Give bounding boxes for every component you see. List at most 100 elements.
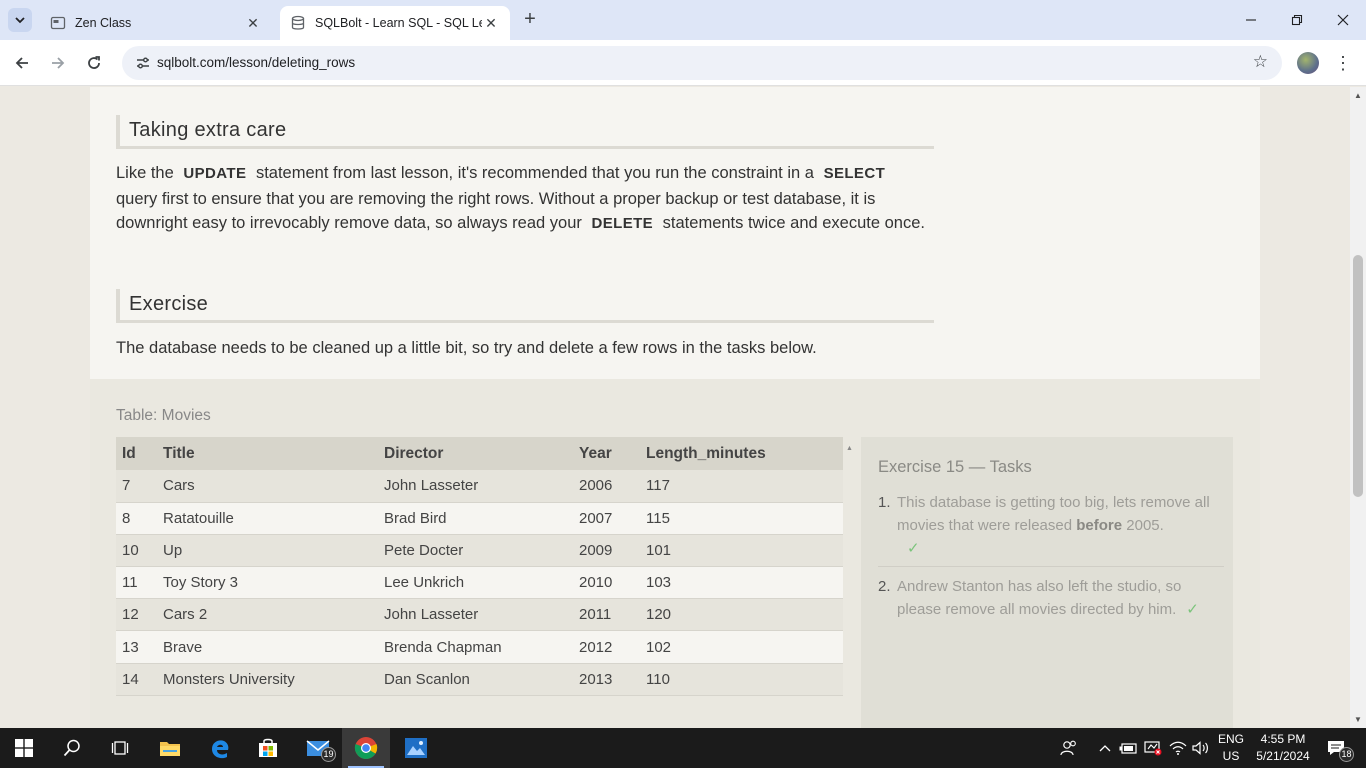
table-cell: 120 xyxy=(646,598,843,632)
table-row: 11 Toy Story 3 Lee Unkrich 2010 103 xyxy=(116,566,843,600)
new-tab-button[interactable]: + xyxy=(518,8,542,32)
table-cell: 10 xyxy=(116,534,163,568)
wifi-icon[interactable] xyxy=(1166,728,1190,768)
scroll-up-icon[interactable]: ▲ xyxy=(1354,91,1362,100)
table-row: 8 Ratatouille Brad Bird 2007 115 xyxy=(116,502,843,535)
bookmark-star-icon[interactable]: ☆ xyxy=(1253,52,1268,72)
table-cell: 102 xyxy=(646,630,843,664)
table-cell: 14 xyxy=(116,663,163,696)
table-caption: Table: Movies xyxy=(116,407,211,424)
file-explorer-button[interactable] xyxy=(146,728,194,768)
minimize-button[interactable] xyxy=(1228,0,1274,40)
photos-button[interactable] xyxy=(392,728,440,768)
exercise-intro: The database needs to be cleaned up a li… xyxy=(116,339,817,357)
restore-icon xyxy=(1291,14,1303,26)
task-text: Andrew Stanton has also left the studio,… xyxy=(897,578,1199,618)
column-header: Title xyxy=(163,437,384,470)
lesson-paragraph: Like the UPDATE statement from last less… xyxy=(116,164,925,233)
table-cell: John Lasseter xyxy=(384,470,579,503)
back-button[interactable] xyxy=(8,49,36,77)
table-cell: Pete Docter xyxy=(384,534,579,568)
checkmark-icon: ✓ xyxy=(1186,601,1199,618)
show-hidden-icons-button[interactable] xyxy=(1094,728,1116,768)
restore-button[interactable] xyxy=(1274,0,1320,40)
checkmark-icon: ✓ xyxy=(907,540,920,557)
chevron-down-icon xyxy=(15,17,25,24)
page-viewport: Taking extra care Like the UPDATE statem… xyxy=(0,87,1350,728)
scroll-up-icon[interactable]: ▲ xyxy=(846,445,853,452)
address-bar[interactable]: sqlbolt.com/lesson/deleting_rows ☆ xyxy=(122,46,1282,80)
store-button[interactable] xyxy=(244,728,292,768)
chrome-button[interactable] xyxy=(342,728,390,768)
reload-button[interactable] xyxy=(80,49,108,77)
tab-zen-class[interactable]: Zen Class ✕ xyxy=(40,6,272,40)
table-cell: Cars 2 xyxy=(163,598,384,632)
task-item: 1. This database is getting too big, let… xyxy=(878,491,1224,567)
table-cell: 115 xyxy=(646,502,843,535)
movies-table: Id Title Director Year Length_minutes 7 … xyxy=(116,437,843,696)
tasks-panel: Exercise 15 — Tasks 1. This database is … xyxy=(861,437,1233,728)
table-row: 13 Brave Brenda Chapman 2012 102 xyxy=(116,630,843,664)
close-icon[interactable]: ✕ xyxy=(244,15,262,32)
clock[interactable]: 4:55 PM 5/21/2024 xyxy=(1248,731,1318,765)
tab-title: Zen Class xyxy=(75,16,132,30)
people-icon xyxy=(1060,740,1076,756)
table-row: 10 Up Pete Docter 2009 101 xyxy=(116,534,843,568)
security-alert-icon[interactable] xyxy=(1141,728,1165,768)
table-cell: 7 xyxy=(116,470,163,503)
table-cell: Up xyxy=(163,534,384,568)
forward-button[interactable] xyxy=(44,49,72,77)
close-icon xyxy=(1337,14,1349,26)
profile-avatar[interactable] xyxy=(1297,52,1319,74)
site-info-icon[interactable] xyxy=(134,54,152,72)
start-button[interactable] xyxy=(0,728,48,768)
edge-button[interactable] xyxy=(196,728,244,768)
tab-sqlbolt[interactable]: SQLBolt - Learn SQL - SQL Less ✕ xyxy=(280,6,510,40)
task-view-button[interactable] xyxy=(96,728,144,768)
mail-button[interactable]: 19 xyxy=(294,728,342,768)
reload-icon xyxy=(88,56,100,69)
scrollbar-thumb[interactable] xyxy=(1353,255,1363,497)
minimize-icon xyxy=(1246,19,1256,21)
volume-icon[interactable] xyxy=(1189,728,1213,768)
task-number: 2. xyxy=(878,578,891,595)
table-cell: 103 xyxy=(646,566,843,600)
table-cell: Monsters University xyxy=(163,663,384,696)
heading-exercise: Exercise xyxy=(116,289,934,323)
notifications-button[interactable]: 18 xyxy=(1318,728,1354,768)
scroll-down-icon[interactable]: ▼ xyxy=(1354,715,1362,724)
taskbar: 19 ENG US 4:55 PM 5/21/2024 18 xyxy=(0,728,1366,768)
close-icon[interactable]: ✕ xyxy=(482,15,500,32)
folder-icon xyxy=(160,742,180,756)
table-cell: 110 xyxy=(646,663,843,696)
table-cell: 13 xyxy=(116,630,163,664)
page-scrollbar[interactable]: ▲ ▼ xyxy=(1350,87,1366,728)
table-cell: 2011 xyxy=(579,598,646,632)
chrome-icon xyxy=(354,737,378,759)
table-cell: 2013 xyxy=(579,663,646,696)
table-cell: 8 xyxy=(116,502,163,535)
search-button[interactable] xyxy=(48,728,96,768)
column-header: Year xyxy=(579,437,646,470)
exercise-area: Table: Movies Id Title Director Year Len… xyxy=(90,379,1260,728)
url-text: sqlbolt.com/lesson/deleting_rows xyxy=(157,55,356,70)
language-indicator[interactable]: ENG US xyxy=(1214,731,1248,765)
table-cell: Dan Scanlon xyxy=(384,663,579,696)
arrow-left-icon xyxy=(15,57,28,69)
mail-badge: 19 xyxy=(321,747,336,762)
lesson-content: Taking extra care Like the UPDATE statem… xyxy=(90,87,1260,379)
zen-class-favicon xyxy=(50,15,66,31)
table-cell: Brad Bird xyxy=(384,502,579,535)
chevron-up-icon xyxy=(1099,745,1111,752)
tasks-title: Exercise 15 — Tasks xyxy=(878,458,1032,476)
close-window-button[interactable] xyxy=(1320,0,1366,40)
clock-time: 4:55 PM xyxy=(1260,732,1306,746)
people-button[interactable] xyxy=(1056,728,1082,768)
table-cell: 2010 xyxy=(579,566,646,600)
browser-menu-button[interactable]: ⋮ xyxy=(1334,50,1352,76)
table-cell: Brenda Chapman xyxy=(384,630,579,664)
table-scrollbar[interactable]: ▲ xyxy=(846,437,856,728)
tab-search-button[interactable] xyxy=(8,8,32,32)
column-header: Director xyxy=(384,437,579,470)
battery-icon[interactable] xyxy=(1117,728,1139,768)
